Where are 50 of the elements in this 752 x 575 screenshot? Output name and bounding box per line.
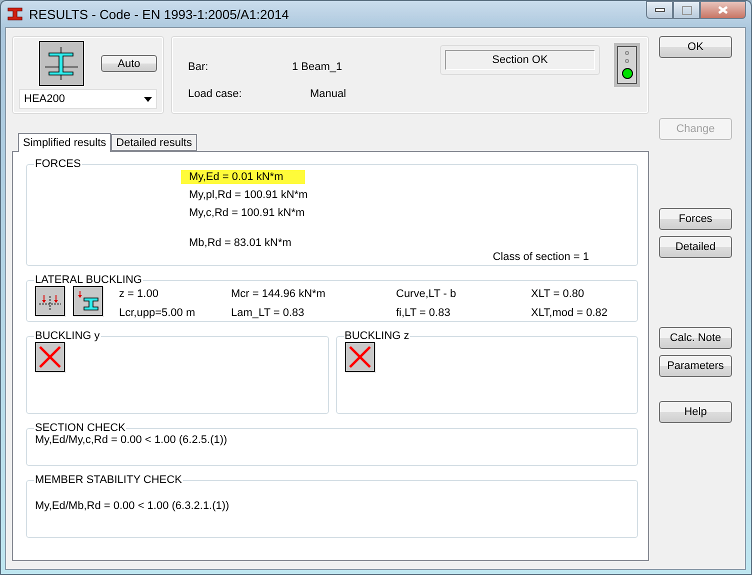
class-of-section: Class of section = 1 — [492, 250, 589, 264]
dialog-button[interactable]: Forces — [659, 208, 732, 230]
window-title: RESULTS - Code - EN 1993-1:2005/A1:2014 — [29, 6, 290, 22]
check-result: My,Ed/My,c,Rd = 0.00 < 1.00 (6.2.5.(1)) — [35, 434, 228, 446]
check-result: My,Ed/Mb,Rd = 0.00 < 1.00 (6.3.2.1.(1)) — [35, 500, 230, 512]
group-title: FORCES — [34, 158, 82, 170]
buckling-value: Curve,LT - b — [396, 287, 458, 301]
group-title: BUCKLING y — [34, 330, 101, 342]
cross-icon[interactable] — [344, 342, 374, 372]
tab[interactable]: Simplified results — [18, 133, 112, 152]
app-logo-icon — [7, 7, 23, 21]
force-value: My,pl,Rd = 100.91 kN*m — [188, 188, 309, 202]
force-value: My,c,Rd = 100.91 kN*m — [188, 206, 306, 220]
load-case-value: Manual — [310, 86, 348, 100]
dialog-button[interactable]: Calc. Note — [659, 327, 732, 349]
auto-button[interactable]: Auto — [101, 55, 157, 72]
buckling-value: fi,LT = 0.83 — [396, 306, 452, 320]
buckling-value: Mcr = 144.96 kN*m — [231, 287, 326, 301]
minimize-icon — [654, 8, 664, 12]
dropdown-caret-icon — [144, 96, 152, 102]
buckling-value: Lam_LT = 0.83 — [231, 306, 306, 320]
close-icon — [717, 5, 729, 15]
group-title: BUCKLING z — [344, 330, 410, 342]
cross-icon[interactable] — [35, 342, 65, 372]
group-title: LATERAL BUCKLING — [34, 274, 143, 286]
close-button[interactable] — [700, 1, 746, 19]
dialog-button[interactable]: Detailed — [659, 236, 732, 258]
dialog-button[interactable]: Help — [659, 401, 732, 423]
profile-dropdown[interactable]: HEA200 — [19, 89, 157, 109]
buckling-value: XLT,mod = 0.82 — [531, 306, 608, 320]
buckling-value: Lcr,upp=5.00 m — [119, 306, 196, 320]
maximize-icon — [682, 6, 692, 14]
force-value: My,Ed = 0.01 kN*m — [181, 170, 306, 184]
dialog-button[interactable]: OK — [659, 36, 732, 58]
maximize-button[interactable] — [673, 1, 700, 19]
status-text: Section OK — [445, 50, 595, 70]
load-case-label: Load case: — [188, 86, 240, 100]
buckling-value: z = 1.00 — [119, 287, 160, 301]
group-title: SECTION CHECK — [34, 422, 126, 434]
loaded-beam-icon[interactable] — [35, 286, 65, 316]
force-value: Mb,Rd = 83.01 kN*m — [188, 236, 292, 250]
dialog-button[interactable]: Parameters — [659, 355, 732, 377]
group-title: MEMBER STABILITY CHECK — [34, 474, 183, 486]
buckling-value: XLT = 0.80 — [531, 287, 586, 301]
i-beam-section-icon[interactable] — [39, 41, 84, 86]
bar-label: Bar: — [188, 60, 210, 74]
bar-value: 1 Beam_1 — [292, 60, 344, 74]
minimize-button[interactable] — [646, 1, 673, 19]
i-beam-load-icon[interactable] — [73, 286, 103, 316]
tab[interactable]: Detailed results — [111, 134, 197, 151]
